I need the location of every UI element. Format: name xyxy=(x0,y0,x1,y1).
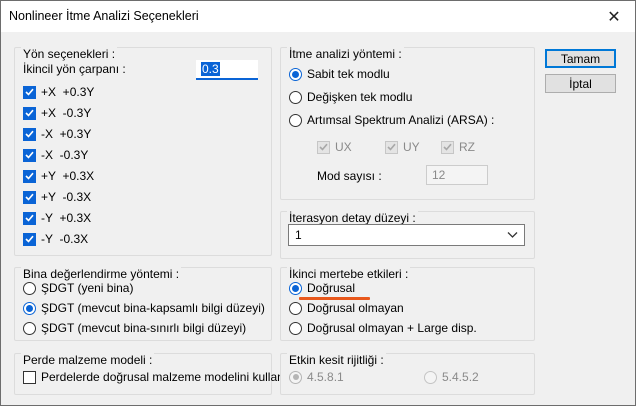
checkbox-label: UX xyxy=(335,140,352,154)
mode-count-label: Mod sayısı : xyxy=(317,169,382,183)
section-stiffness-title: Etkin kesit rijitliği : xyxy=(287,353,386,367)
direction-checkbox[interactable]: -Y +0.3X xyxy=(23,211,91,225)
direction-checkbox[interactable]: -X -0.3Y xyxy=(23,148,88,162)
wall-material-group: Perde malzeme modeli : Perdelerde doğrus… xyxy=(14,353,284,395)
checkbox-icon xyxy=(23,211,36,225)
dialog-window: Nonlineer İtme Analizi Seçenekleri ✕ Tam… xyxy=(0,0,636,406)
radio-5452[interactable]: 5.4.5.2 xyxy=(424,370,479,384)
radio-variable-single-mode[interactable]: Değişken tek modlu xyxy=(289,90,412,104)
second-order-group: İkinci mertebe etkileri : Doğrusal Doğru… xyxy=(280,267,535,341)
checkbox-label: UY xyxy=(403,140,420,154)
checkbox-label: +X -0.3Y xyxy=(41,106,92,120)
mode-count-input[interactable]: 12 xyxy=(426,165,488,185)
direction-checkbox[interactable]: +X -0.3Y xyxy=(23,106,91,120)
radio-icon xyxy=(23,281,36,295)
checkbox-label: -Y -0.3X xyxy=(41,232,89,246)
checkbox-rz[interactable]: RZ xyxy=(441,140,475,154)
evaluation-method-title: Bina değerlendirme yöntemi : xyxy=(21,267,182,281)
radio-label: Sabit tek modlu xyxy=(307,67,390,81)
radio-icon xyxy=(289,321,302,335)
checkbox-uy[interactable]: UY xyxy=(385,140,420,154)
checkbox-label: +Y -0.3X xyxy=(41,190,92,204)
radio-label: Doğrusal xyxy=(307,281,356,295)
radio-icon xyxy=(289,113,302,127)
radio-label: 4.5.8.1 xyxy=(307,370,344,384)
radio-nonlinear-large-disp[interactable]: Doğrusal olmayan + Large disp. xyxy=(289,321,477,335)
checkbox-icon xyxy=(23,106,36,120)
radio-icon xyxy=(289,301,302,315)
checkbox-icon xyxy=(23,169,36,183)
checkbox-label: RZ xyxy=(459,140,475,154)
direction-options-group: Yön seçenekleri : İkincil yön çarpanı : … xyxy=(14,47,272,256)
analysis-method-title: İtme analizi yöntemi : xyxy=(287,47,404,61)
direction-options-title: Yön seçenekleri : xyxy=(21,47,118,61)
second-order-title: İkinci mertebe etkileri : xyxy=(287,267,411,281)
checkbox-label: -Y +0.3X xyxy=(41,211,92,225)
checkbox-label: -X +0.3Y xyxy=(41,127,92,141)
radio-sdgt-new[interactable]: ŞDGT (yeni bina) xyxy=(23,281,133,295)
checkbox-icon xyxy=(317,140,330,154)
radio-label: Doğrusal olmayan + Large disp. xyxy=(307,321,477,335)
radio-label: ŞDGT (mevcut bina-sınırlı bilgi düzeyi) xyxy=(41,321,247,335)
checkbox-icon xyxy=(23,370,36,384)
ok-button[interactable]: Tamam xyxy=(545,49,616,68)
radio-icon xyxy=(424,370,437,384)
checkbox-ux[interactable]: UX xyxy=(317,140,352,154)
title-bar: Nonlineer İtme Analizi Seçenekleri ✕ xyxy=(1,1,635,32)
radio-4581[interactable]: 4.5.8.1 xyxy=(289,370,344,384)
checkbox-icon xyxy=(441,140,454,154)
radio-icon xyxy=(289,370,302,384)
checkbox-icon xyxy=(23,232,36,246)
checkbox-icon xyxy=(23,148,36,162)
radio-icon xyxy=(289,281,302,295)
radio-icon xyxy=(289,67,302,81)
section-stiffness-group: Etkin kesit rijitliği : 4.5.8.1 5.4.5.2 xyxy=(280,353,535,395)
radio-label: Değişken tek modlu xyxy=(307,90,413,104)
direction-checkbox[interactable]: -X +0.3Y xyxy=(23,127,91,141)
radio-label: Artımsal Spektrum Analizi (ARSA) : xyxy=(307,113,495,127)
radio-label: 5.4.5.2 xyxy=(442,370,479,384)
radio-label: ŞDGT (mevcut bina-kapsamlı bilgi düzeyi) xyxy=(41,301,265,315)
direction-checkbox[interactable]: +X +0.3Y xyxy=(23,85,94,99)
secondary-factor-value: 0.3 xyxy=(201,62,220,76)
radio-icon xyxy=(289,90,302,104)
radio-sdgt-comprehensive[interactable]: ŞDGT (mevcut bina-kapsamlı bilgi düzeyi) xyxy=(23,301,265,315)
highlight-underline xyxy=(299,297,370,300)
radio-icon xyxy=(23,301,36,315)
checkbox-label: -X -0.3Y xyxy=(41,148,89,162)
radio-nonlinear[interactable]: Doğrusal olmayan xyxy=(289,301,404,315)
chevron-down-icon xyxy=(507,229,518,243)
radio-sdgt-limited[interactable]: ŞDGT (mevcut bina-sınırlı bilgi düzeyi) xyxy=(23,321,246,335)
radio-arsa[interactable]: Artımsal Spektrum Analizi (ARSA) : xyxy=(289,113,494,127)
checkbox-icon xyxy=(23,127,36,141)
checkbox-icon xyxy=(23,190,36,204)
checkbox-icon xyxy=(385,140,398,154)
direction-checkbox[interactable]: +Y -0.3X xyxy=(23,190,91,204)
iteration-group: İterasyon detay düzeyi : 1 xyxy=(280,211,535,259)
checkbox-label: +Y +0.3X xyxy=(41,169,95,183)
evaluation-method-group: Bina değerlendirme yöntemi : ŞDGT (yeni … xyxy=(14,267,272,341)
radio-icon xyxy=(23,321,36,335)
radio-fixed-single-mode[interactable]: Sabit tek modlu xyxy=(289,67,390,81)
linear-wall-material-checkbox[interactable]: Perdelerde doğrusal malzeme modelini kul… xyxy=(23,370,284,384)
direction-checkbox[interactable]: +Y +0.3X xyxy=(23,169,94,183)
wall-material-title: Perde malzeme modeli : xyxy=(21,353,155,367)
checkbox-label: +X +0.3Y xyxy=(41,85,95,99)
checkbox-label: Perdelerde doğrusal malzeme modelini kul… xyxy=(41,370,284,384)
direction-checkbox[interactable]: -Y -0.3X xyxy=(23,232,88,246)
cancel-button[interactable]: İptal xyxy=(545,74,616,93)
secondary-factor-input[interactable]: 0.3 xyxy=(196,60,258,80)
radio-label: ŞDGT (yeni bina) xyxy=(41,281,134,295)
window-title: Nonlineer İtme Analizi Seçenekleri xyxy=(9,9,199,23)
radio-label: Doğrusal olmayan xyxy=(307,301,404,315)
analysis-method-group: İtme analizi yöntemi : Sabit tek modlu D… xyxy=(280,47,535,200)
close-icon[interactable]: ✕ xyxy=(599,1,629,32)
iteration-select-value: 1 xyxy=(295,228,302,242)
iteration-select[interactable]: 1 xyxy=(288,224,525,246)
secondary-factor-label: İkincil yön çarpanı : xyxy=(23,62,126,76)
checkbox-icon xyxy=(23,85,36,99)
radio-linear[interactable]: Doğrusal xyxy=(289,281,355,295)
iteration-title: İterasyon detay düzeyi : xyxy=(287,211,418,225)
